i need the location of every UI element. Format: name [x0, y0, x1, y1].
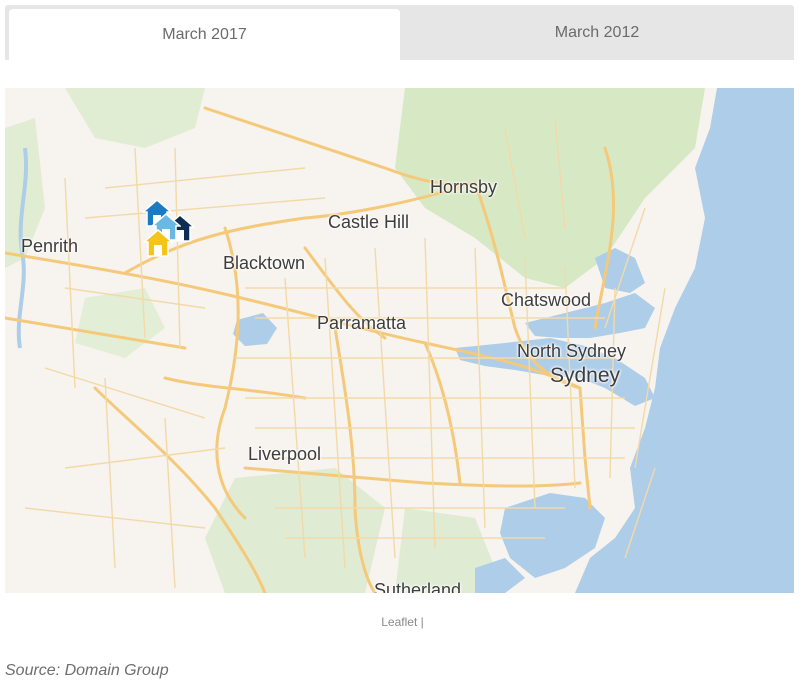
map-label-sydney: Sydney	[550, 364, 621, 387]
tab-bar: March 2017 March 2012	[5, 5, 794, 60]
tab-march-2012[interactable]: March 2012	[400, 5, 794, 60]
map-label-chatswood: Chatswood	[501, 290, 592, 310]
source-caption: Source: Domain Group	[5, 662, 169, 679]
map-label-hornsby: Hornsby	[430, 177, 498, 197]
map-tiles	[5, 88, 794, 593]
map-label-castle-hill: Castle Hill	[328, 212, 410, 232]
map-label-liverpool: Liverpool	[248, 444, 322, 464]
map-attribution: Leaflet |	[0, 615, 805, 629]
map-label-blacktown: Blacktown	[223, 253, 306, 273]
map-label-sutherland: Sutherland	[374, 580, 462, 593]
leaflet-link[interactable]: Leaflet	[381, 615, 417, 629]
tab-march-2017[interactable]: March 2017	[9, 9, 400, 60]
attribution-separator: |	[420, 615, 424, 629]
map-label-penrith: Penrith	[21, 236, 79, 256]
map-label-parramatta: Parramatta	[317, 313, 407, 333]
map-label-north-sydney: North Sydney	[517, 341, 627, 361]
house-marker-icon[interactable]	[143, 228, 173, 258]
map[interactable]: Penrith Blacktown Castle Hill Hornsby Pa…	[5, 88, 794, 593]
